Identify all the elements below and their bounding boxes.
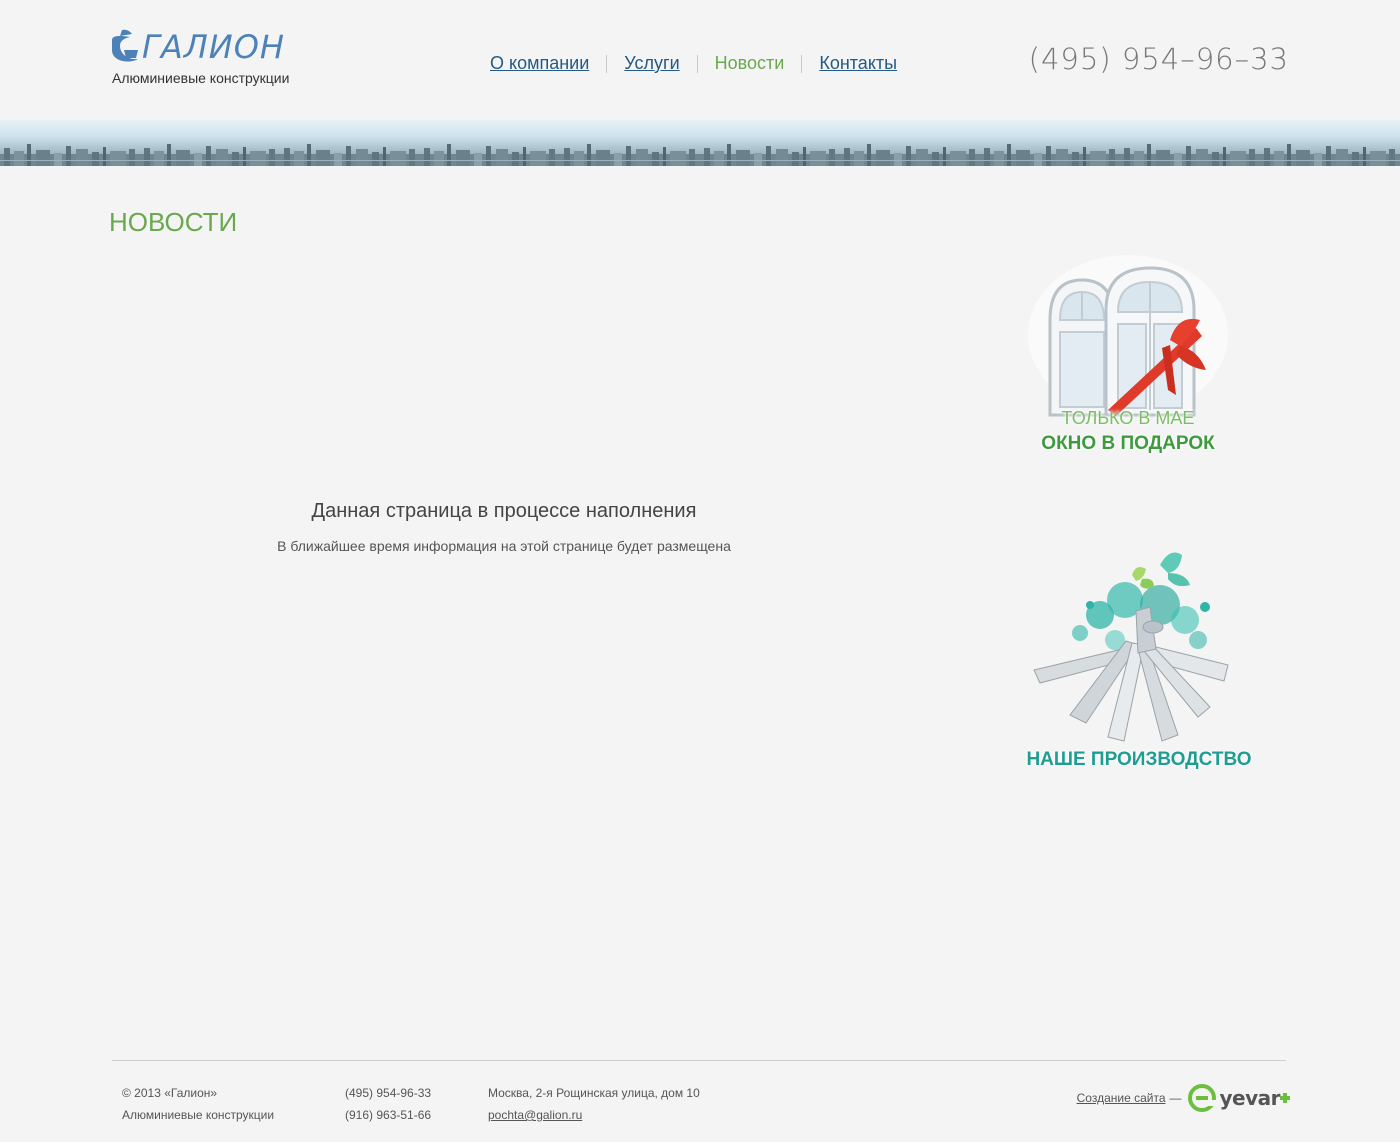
footer-phones: (495) 954-96-33 (916) 963-51-66 <box>345 1082 431 1126</box>
yevar-e-icon <box>1187 1084 1216 1112</box>
aluminum-profiles-icon <box>1033 552 1229 742</box>
footer-company: © 2013 «Галион» Алюминиевые конструкции <box>122 1082 274 1126</box>
promo-production-label: НАШЕ ПРОИЗВОДСТВО <box>1026 749 1252 770</box>
logo-tagline: Алюминиевые конструкции <box>112 70 290 86</box>
footer-tagline: Алюминиевые конструкции <box>122 1108 275 1122</box>
credit-link[interactable]: Создание сайта <box>1077 1091 1166 1105</box>
nav-divider <box>696 54 698 73</box>
yevar-plus-icon <box>1280 1093 1290 1103</box>
gift-window-icon <box>1028 255 1228 417</box>
nav-item-contacts[interactable]: Контакты <box>819 53 897 74</box>
site-credit: Создание сайта — yevar <box>1077 1084 1290 1112</box>
promo-production[interactable]: НАШЕ ПРОИЗВОДСТВО <box>1020 545 1260 777</box>
credit-dash: — <box>1169 1091 1182 1105</box>
promo-gift-line1: ТОЛЬКО В МАЕ <box>1061 408 1195 428</box>
main-nav: О компании Услуги Новости Контакты <box>490 53 897 74</box>
footer-phone-2: (916) 963-51-66 <box>345 1108 432 1122</box>
placeholder-text: В ближайшее время информация на этой стр… <box>277 538 731 554</box>
city-skyline-banner <box>0 120 1400 166</box>
placeholder-heading: Данная страница в процессе наполнения <box>311 500 697 522</box>
logo-name: ГАЛИОН <box>142 28 285 66</box>
nav-divider <box>801 54 803 73</box>
footer-divider <box>112 1060 1286 1061</box>
promo-window-gift[interactable]: ТОЛЬКО В МАЕ ОКНО В ПОДАРОК <box>1020 250 1240 465</box>
yevar-logo[interactable]: yevar <box>1187 1084 1290 1112</box>
header-phone: (495) 954–96–33 <box>1028 42 1289 76</box>
footer-phone-1: (495) 954-96-33 <box>345 1086 432 1100</box>
footer-address: Москва, 2-я Рощинская улица, дом 10 <box>488 1086 700 1100</box>
skyline-image <box>0 136 1400 166</box>
promo-gift-line2: ОКНО В ПОДАРОК <box>1041 433 1215 454</box>
footer-copyright: © 2013 «Галион» <box>122 1086 218 1100</box>
ship-logo-icon <box>112 29 138 62</box>
nav-item-news[interactable]: Новости <box>715 53 785 74</box>
footer-contacts: Москва, 2-я Рощинская улица, дом 10 poch… <box>488 1082 700 1126</box>
yevar-brand: yevar <box>1219 1086 1281 1110</box>
nav-item-about[interactable]: О компании <box>490 53 589 74</box>
nav-item-services[interactable]: Услуги <box>624 53 679 74</box>
nav-divider <box>606 54 608 73</box>
logo[interactable]: ГАЛИОН Алюминиевые конструкции <box>108 26 308 90</box>
footer-email-link[interactable]: pochta@galion.ru <box>488 1108 582 1122</box>
page-title: НОВОСТИ <box>109 207 238 237</box>
